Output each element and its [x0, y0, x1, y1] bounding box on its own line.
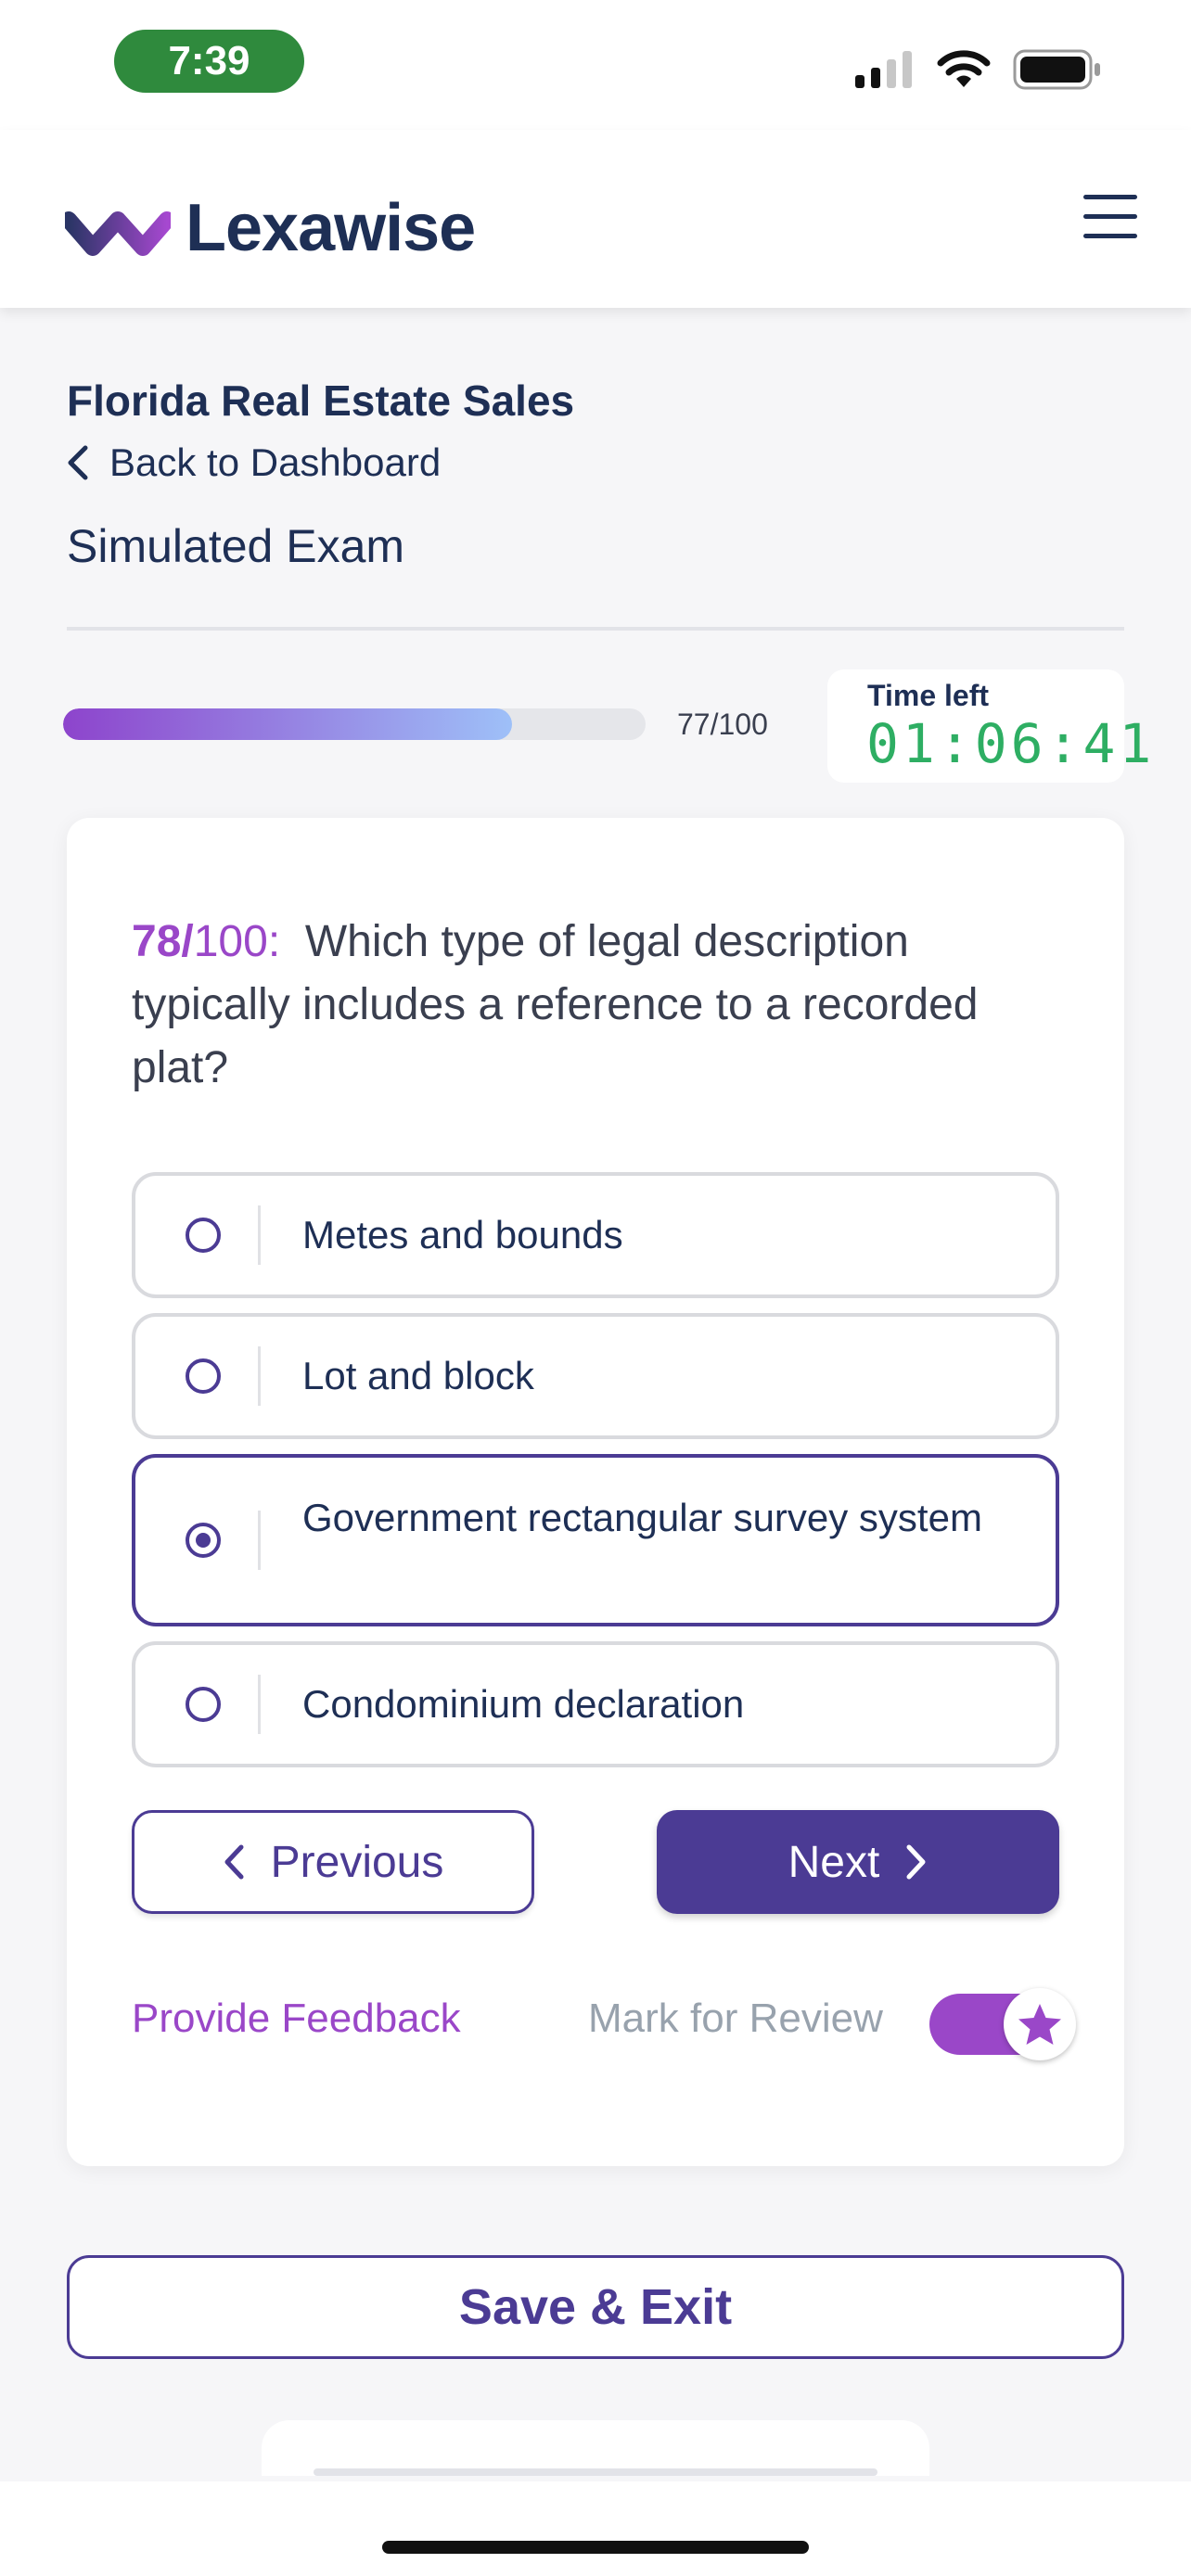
- chevron-left-icon: [224, 1844, 244, 1880]
- answer-option-selected[interactable]: Government rectangular survey system: [132, 1454, 1059, 1626]
- previous-label: Previous: [270, 1837, 444, 1887]
- option-label: Condominium declaration: [302, 1682, 745, 1726]
- radio-selected-dot: [196, 1533, 211, 1548]
- answer-option[interactable]: Metes and bounds: [132, 1172, 1059, 1298]
- question-card: 78/100: Which type of legal description …: [67, 818, 1124, 2166]
- bottom-sheet-peek[interactable]: [262, 2420, 929, 2476]
- status-icons: [855, 46, 1102, 93]
- question-text: 78/100: Which type of legal description …: [132, 911, 1069, 1100]
- answer-option[interactable]: Condominium declaration: [132, 1641, 1059, 1767]
- toggle-knob: [1004, 1988, 1076, 2060]
- question-number: 78/: [132, 917, 194, 966]
- save-and-exit-button[interactable]: Save & Exit: [67, 2255, 1124, 2359]
- chevron-right-icon: [906, 1844, 926, 1880]
- course-title: Florida Real Estate Sales: [67, 376, 575, 425]
- option-separator: [258, 1511, 261, 1570]
- home-indicator-area: [0, 2481, 1191, 2576]
- answer-option[interactable]: Lot and block: [132, 1313, 1059, 1439]
- mark-for-review-label: Mark for Review: [588, 1996, 883, 2041]
- brand-name: Lexawise: [186, 191, 476, 265]
- radio-button[interactable]: [186, 1687, 221, 1722]
- status-bar: 7:39: [0, 0, 1191, 130]
- hamburger-menu-icon[interactable]: [1083, 195, 1141, 241]
- back-to-dashboard-link[interactable]: Back to Dashboard: [65, 440, 441, 485]
- progress-fill: [63, 708, 512, 740]
- option-label: Lot and block: [302, 1354, 534, 1397]
- chevron-left-icon: [68, 445, 88, 480]
- option-separator: [258, 1205, 261, 1265]
- radio-button[interactable]: [186, 1358, 221, 1394]
- question-total: 100:: [193, 917, 281, 966]
- option-label: Government rectangular survey system: [302, 1496, 982, 1539]
- timer-box: Time left 01:06:41: [827, 670, 1151, 783]
- timer-value: 01:06:41: [866, 712, 1156, 775]
- battery-icon: [1013, 49, 1100, 90]
- star-icon: [1018, 2004, 1061, 2045]
- bottom-sheet-handle[interactable]: [314, 2468, 877, 2476]
- lexawise-logo-mark: [65, 211, 171, 256]
- app-header: Lexawise: [0, 130, 1191, 308]
- back-link-label: Back to Dashboard: [109, 440, 442, 484]
- progress-bar: [63, 708, 646, 740]
- provide-feedback-link[interactable]: Provide Feedback: [132, 1996, 461, 2042]
- brand-logo[interactable]: Lexawise: [65, 190, 476, 266]
- radio-button[interactable]: [186, 1218, 221, 1253]
- exam-title: Simulated Exam: [67, 520, 405, 572]
- next-label: Next: [788, 1837, 880, 1887]
- progress-label: 77/100: [677, 708, 768, 741]
- status-time: 7:39: [114, 30, 304, 93]
- wifi-icon: [937, 50, 991, 87]
- divider: [67, 627, 1124, 631]
- option-label: Metes and bounds: [302, 1213, 623, 1256]
- timer-label: Time left: [867, 679, 989, 712]
- option-separator: [258, 1346, 261, 1406]
- home-indicator[interactable]: [382, 2541, 809, 2554]
- next-button[interactable]: Next: [657, 1810, 1059, 1914]
- previous-button[interactable]: Previous: [132, 1810, 534, 1914]
- option-separator: [258, 1675, 261, 1734]
- cellular-signal-icon: [855, 51, 912, 88]
- radio-button[interactable]: [186, 1523, 221, 1558]
- mark-for-review-toggle[interactable]: [929, 1988, 1078, 2060]
